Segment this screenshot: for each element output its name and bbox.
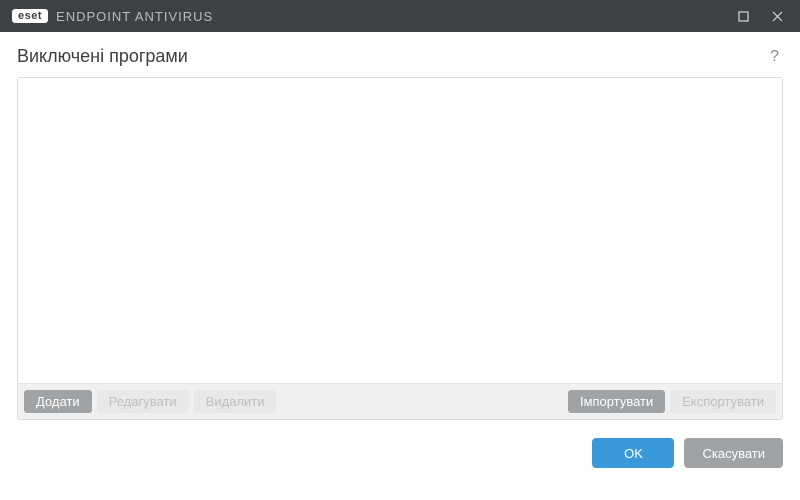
excluded-apps-list[interactable] <box>18 78 782 383</box>
import-button[interactable]: Імпортувати <box>568 390 665 413</box>
ok-button[interactable]: OK <box>592 438 674 468</box>
brand-badge: eset <box>12 9 48 23</box>
add-button[interactable]: Додати <box>24 390 92 413</box>
brand-text: ENDPOINT ANTIVIRUS <box>56 9 213 24</box>
close-icon[interactable] <box>762 4 792 28</box>
content-area: Виключені програми ? Додати Редагувати В… <box>0 32 800 500</box>
help-icon[interactable]: ? <box>766 48 783 66</box>
header-row: Виключені програми ? <box>17 46 783 67</box>
dialog-footer: OK Скасувати <box>17 420 783 500</box>
page-title: Виключені програми <box>17 46 188 67</box>
list-toolbar: Додати Редагувати Видалити Імпортувати Е… <box>18 383 782 419</box>
edit-button: Редагувати <box>97 390 189 413</box>
titlebar: eset ENDPOINT ANTIVIRUS <box>0 0 800 32</box>
excluded-apps-panel: Додати Редагувати Видалити Імпортувати Е… <box>17 77 783 420</box>
delete-button: Видалити <box>194 390 277 413</box>
export-button: Експортувати <box>670 390 776 413</box>
cancel-button[interactable]: Скасувати <box>684 438 783 468</box>
window-controls <box>728 4 792 28</box>
maximize-icon[interactable] <box>728 4 758 28</box>
